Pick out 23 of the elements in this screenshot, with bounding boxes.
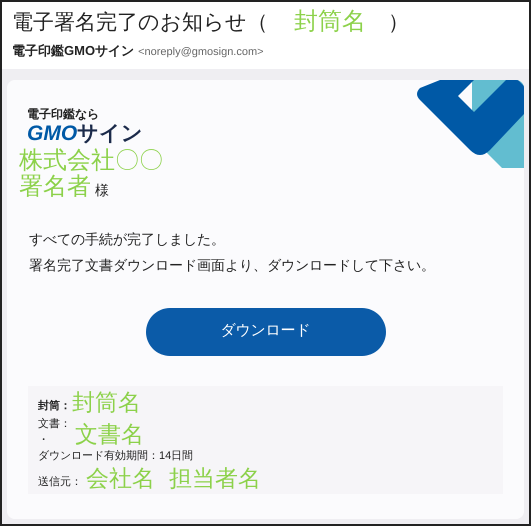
envelope-name: 封筒名: [294, 7, 366, 37]
sender-address: <noreply@gmosign.com>: [138, 45, 264, 60]
subject-bracket: ）: [388, 10, 409, 36]
detail-label: 文書：: [38, 416, 71, 432]
sender-value: 会社名: [86, 464, 155, 490]
sender-name: 電子印鑑GMOサイン: [12, 42, 134, 60]
document-name: 文書名: [75, 420, 144, 446]
company-name: 株式会社〇〇: [19, 148, 164, 174]
download-period: ダウンロード有効期間：14日間: [38, 448, 194, 464]
brand-logo: GMOサイン: [27, 122, 144, 146]
check-logo-icon: [414, 80, 524, 168]
logo-tagline: 電子印鑑なら: [27, 106, 100, 122]
envelope-name: 封筒名: [72, 388, 141, 414]
download-button[interactable]: ダウンロード: [146, 308, 386, 356]
bullet: ・: [38, 432, 49, 446]
honorific: 様: [95, 180, 109, 200]
signer-name: 署名者: [19, 174, 91, 200]
message-line: すべての手続が完了しました。: [29, 230, 226, 248]
message-line: 署名完了文書ダウンロード画面より、ダウンロードして下さい。: [29, 256, 436, 274]
email-subject: 電子署名完了のお知らせ（: [12, 10, 268, 36]
detail-label: 送信元：: [38, 474, 82, 490]
sender-value: 担当者名: [169, 464, 261, 490]
detail-label: 封筒：: [38, 398, 71, 414]
